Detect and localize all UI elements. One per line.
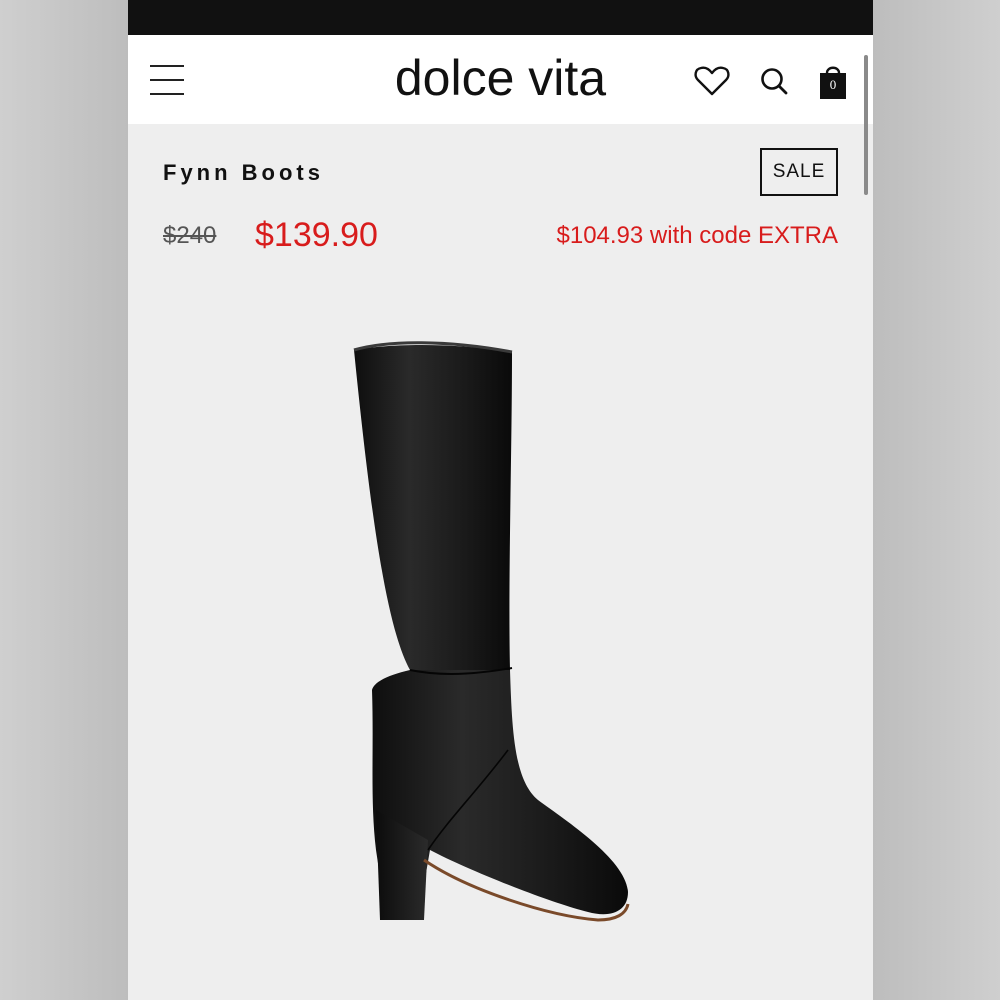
phone-screen: dolce vita 0 Fynn Boots SALE $240 $139.9… xyxy=(128,0,873,1000)
price-row: $240 $139.90 $104.93 with code EXTRA xyxy=(128,216,873,282)
heart-icon[interactable] xyxy=(693,61,731,101)
shopping-bag-button[interactable]: 0 xyxy=(814,61,852,101)
status-bar xyxy=(128,0,873,35)
product-title-row: Fynn Boots SALE xyxy=(128,124,873,224)
search-icon[interactable] xyxy=(756,61,794,101)
sale-price: $139.90 xyxy=(255,216,378,254)
blurred-background-left xyxy=(0,0,128,1000)
sale-badge: SALE xyxy=(760,148,838,196)
original-price: $240 xyxy=(163,222,217,249)
promo-code-price: $104.93 with code EXTRA xyxy=(556,222,839,249)
bag-count: 0 xyxy=(829,77,837,92)
product-title: Fynn Boots xyxy=(163,160,324,185)
site-header: dolce vita 0 xyxy=(128,35,873,124)
blurred-background-right xyxy=(873,0,1000,1000)
product-image-boot[interactable] xyxy=(328,330,658,930)
